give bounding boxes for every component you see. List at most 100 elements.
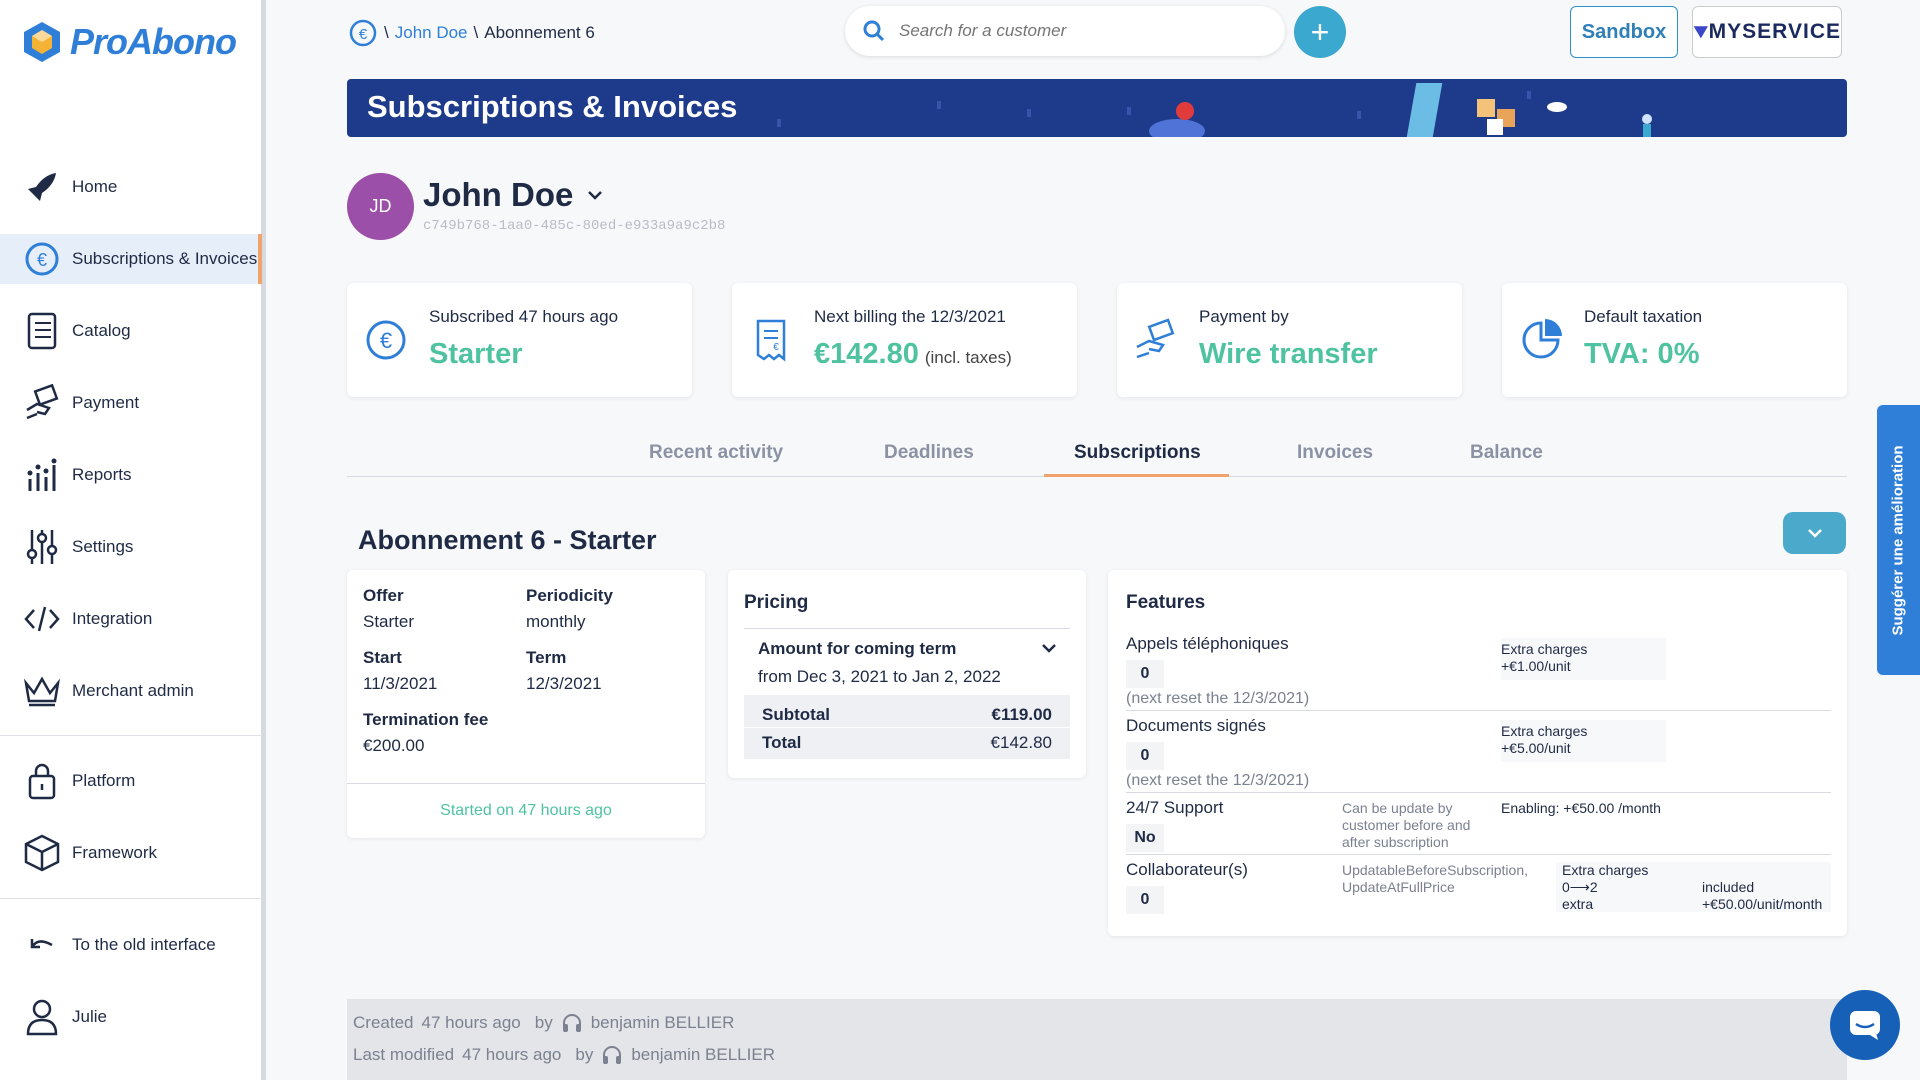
extra-value: +€5.00/unit (1501, 740, 1571, 756)
sidebar-divider (0, 735, 262, 736)
sidebar-item-label: Framework (72, 843, 158, 862)
feature-quantity[interactable]: 0 (1126, 660, 1164, 688)
sidebar-item-user[interactable]: Julie (0, 992, 262, 1042)
svg-text:€: € (773, 342, 779, 353)
customer-id: c749b768-1aa0-485c-80ed-e933a9a9c2b8 (423, 218, 726, 234)
reports-icon (22, 455, 62, 495)
next-billing-card: € Next billing the 12/3/2021 €142.80 (inc… (732, 283, 1077, 397)
feature-extra-charges: Extra charges 0⟶2 extra included +€50.00… (1556, 862, 1831, 912)
euro-icon: € (366, 320, 406, 360)
sidebar-item-payment[interactable]: Payment (0, 378, 262, 428)
feature-name: Collaborateur(s) (1126, 860, 1248, 879)
banner-illustration (777, 83, 1652, 137)
search-icon (863, 20, 885, 42)
add-button[interactable]: + (1294, 6, 1346, 58)
sidebar-item-label: Payment (72, 393, 140, 412)
extra-value: +€1.00/unit (1501, 658, 1571, 674)
breadcrumb-separator: \ (473, 23, 479, 42)
breadcrumb: € \ John Doe \ Abonnement 6 (348, 18, 595, 48)
sidebar-item-subscriptions[interactable]: € Subscriptions & Invoices (0, 234, 262, 284)
tab-balance[interactable]: Balance (1470, 442, 1543, 464)
feature-quantity[interactable]: No (1126, 824, 1164, 852)
rocket-icon (22, 167, 62, 207)
enabling-period: /month (1618, 800, 1661, 816)
sidebar-item-platform[interactable]: Platform (0, 756, 262, 806)
pricing-amount-row[interactable]: Amount for coming term (744, 628, 1070, 664)
taxation-card: Default taxation TVA: 0% (1502, 283, 1847, 397)
sidebar-item-label: Merchant admin (72, 681, 194, 700)
headset-icon (603, 1046, 622, 1064)
merchant-logo[interactable]: MYSERVICE (1692, 6, 1842, 58)
start-value: 11/3/2021 (363, 674, 438, 693)
logo-text: ProAbono (70, 21, 237, 62)
sidebar-item-label: Platform (72, 771, 136, 790)
feature-quantity[interactable]: 0 (1126, 742, 1164, 770)
customer-search[interactable] (845, 6, 1285, 56)
sidebar-item-label: To the old interface (72, 935, 216, 954)
chevron-down-icon[interactable] (587, 189, 603, 201)
sidebar-item-settings[interactable]: Settings (0, 522, 262, 572)
undo-icon (22, 925, 62, 965)
proabono-logo-icon (24, 22, 60, 62)
feature-row: Collaborateur(s) 0 UpdatableBeforeSubscr… (1126, 860, 1831, 920)
sidebar-item-label: Subscriptions & Invoices (72, 249, 258, 268)
chat-button[interactable] (1830, 990, 1900, 1060)
euro-icon: € (22, 239, 62, 279)
pricing-box: Pricing Amount for coming term from Dec … (728, 570, 1086, 778)
feature-reset: (next reset the 12/3/2021) (1126, 772, 1310, 789)
sidebar-item-catalog[interactable]: Catalog (0, 306, 262, 356)
sidebar-item-old-interface[interactable]: To the old interface (0, 920, 262, 970)
included-label: included (1702, 879, 1755, 895)
chevron-down-icon[interactable] (1042, 643, 1056, 653)
sidebar-item-integration[interactable]: Integration (0, 594, 262, 644)
card-value: Wire transfer (1199, 338, 1378, 370)
tab-deadlines[interactable]: Deadlines (884, 442, 974, 464)
sidebar-item-label: Julie (72, 1007, 107, 1026)
sidebar-divider (0, 898, 262, 899)
modified-time: 47 hours ago (462, 1045, 562, 1064)
periodicity-label: Periodicity (526, 586, 613, 605)
features-box: Features Appels téléphoniques 0 (next re… (1108, 570, 1847, 936)
search-input[interactable] (899, 21, 1229, 41)
expand-button[interactable] (1783, 512, 1846, 554)
sidebar-item-home[interactable]: Home (0, 162, 262, 212)
logo[interactable]: ProAbono (22, 20, 237, 64)
sidebar-item-reports[interactable]: Reports (0, 450, 262, 500)
subscription-details: Offer Starter Periodicity monthly Start … (347, 570, 705, 838)
sandbox-button[interactable]: Sandbox (1570, 6, 1678, 58)
tab-invoices[interactable]: Invoices (1297, 442, 1373, 464)
card-label: Next billing the 12/3/2021 (814, 307, 1006, 326)
sidebar-item-framework[interactable]: Framework (0, 828, 262, 878)
card-label: Subscribed 47 hours ago (429, 307, 619, 326)
start-label: Start (363, 648, 402, 667)
card-value: TVA: 0% (1584, 338, 1700, 370)
created-info: Created 47 hours ago by benjamin BELLIER (353, 1012, 734, 1034)
pricing-totals: Subtotal €119.00 Total €142.80 (744, 695, 1070, 759)
customer-name[interactable]: John Doe (423, 176, 603, 214)
feature-quantity[interactable]: 0 (1126, 886, 1164, 914)
amount-label: Amount for coming term (758, 639, 957, 658)
tab-active-indicator (1044, 474, 1229, 477)
sidebar-item-label: Home (72, 177, 118, 196)
billing-amount: €142.80 (814, 338, 919, 370)
svg-text:€: € (37, 250, 47, 270)
tab-recent-activity[interactable]: Recent activity (649, 442, 783, 464)
suggest-improvement-button[interactable]: Suggérer une amélioration (1877, 405, 1920, 675)
sidebar-item-label: Catalog (72, 321, 131, 340)
lock-icon (22, 761, 62, 801)
tab-subscriptions[interactable]: Subscriptions (1074, 442, 1201, 464)
catalog-icon (22, 311, 62, 351)
extra-label: Extra charges (1501, 641, 1588, 657)
features-title: Features (1126, 592, 1206, 613)
subtotal-label: Subtotal (762, 705, 830, 724)
pricing-title: Pricing (744, 592, 809, 613)
sidebar-item-merchant-admin[interactable]: Merchant admin (0, 666, 262, 716)
periodicity-value: monthly (526, 612, 586, 631)
sidebar: ProAbono Home € Subscriptions & Invoices… (0, 0, 266, 1080)
euro-icon[interactable]: € (348, 18, 378, 48)
breadcrumb-customer-link[interactable]: John Doe (395, 23, 468, 43)
payment-icon (1136, 318, 1175, 359)
card-value: Starter (429, 338, 523, 370)
sidebar-item-label: Integration (72, 609, 153, 628)
headset-icon (562, 1014, 581, 1032)
